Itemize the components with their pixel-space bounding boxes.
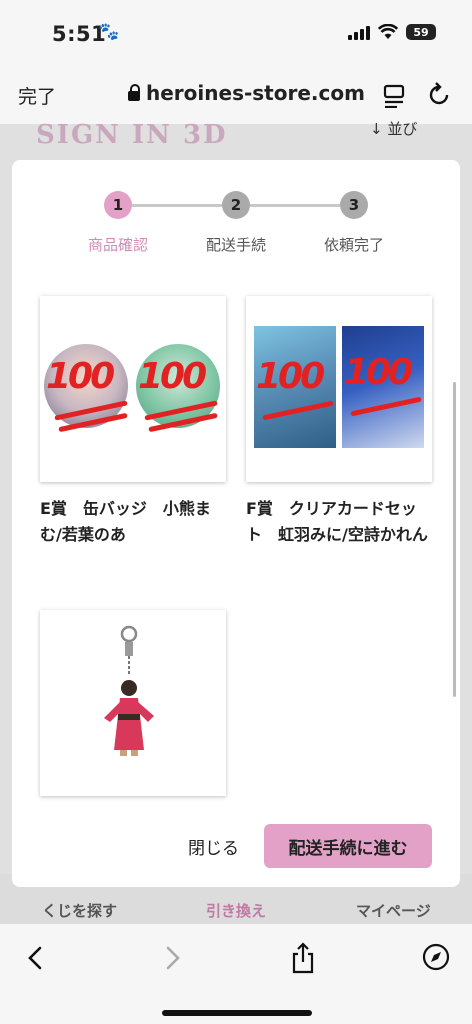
item-card-e: 100 100 E賞 缶バッジ 小熊まむ/若葉のあ xyxy=(40,296,226,548)
item-image-acrylic-keychain xyxy=(40,610,226,796)
step-2-label: 配送手続 xyxy=(205,236,266,254)
modal-footer: 閉じる 配送手続に進む xyxy=(12,820,460,870)
step-2-circle: 2 xyxy=(222,191,250,219)
step-connector xyxy=(132,204,222,207)
progress-stepper: 1 2 3 商品確認 配送手続 依頼完了 xyxy=(12,188,460,258)
browser-url-bar: 完了 heroines-store.com xyxy=(0,68,472,124)
hundred-emoji-icon: 100 xyxy=(344,352,413,393)
nav-tab-exchange: 引き換え xyxy=(206,902,267,920)
item-card-keychain xyxy=(40,610,226,796)
status-bar: 5:51 🐾 59 xyxy=(0,0,472,68)
item-image-clear-cards: 100 100 xyxy=(246,296,432,482)
battery-icon: 59 xyxy=(406,24,436,40)
status-indicators: 59 xyxy=(348,24,436,40)
share-icon[interactable] xyxy=(290,942,316,974)
item-title: F賞 クリアカードセット 虹羽みに/空詩かれん xyxy=(246,499,428,544)
sort-control: ↓ 並び xyxy=(370,120,418,138)
forward-icon[interactable] xyxy=(160,942,184,974)
close-button[interactable]: 閉じる xyxy=(188,834,239,859)
done-button[interactable]: 完了 xyxy=(18,82,56,109)
step-1-circle: 1 xyxy=(104,191,132,219)
compass-icon[interactable] xyxy=(422,942,450,972)
step-3-label: 依頼完了 xyxy=(323,236,384,254)
site-logo: SIGN IN 3D xyxy=(36,120,228,150)
cellular-signal-icon xyxy=(348,25,370,40)
modal-scrollbar[interactable] xyxy=(453,382,456,697)
step-1-label: 商品確認 xyxy=(87,236,148,254)
browser-toolbar xyxy=(0,924,472,1024)
lock-icon xyxy=(128,84,140,101)
back-icon[interactable] xyxy=(24,942,48,974)
item-image-can-badges: 100 100 xyxy=(40,296,226,482)
nav-tab-search: くじを探す xyxy=(42,902,118,920)
item-title: E賞 缶バッジ 小熊まむ/若葉のあ xyxy=(40,499,211,544)
hundred-emoji-icon: 100 xyxy=(138,356,207,397)
confirm-items-modal: 1 2 3 商品確認 配送手続 依頼完了 100 100 E賞 缶バッジ 小熊ま… xyxy=(12,160,460,887)
step-connector xyxy=(250,204,340,207)
step-3-circle: 3 xyxy=(340,191,368,219)
kimono-keychain-icon xyxy=(104,625,154,756)
hundred-emoji-icon: 100 xyxy=(46,356,115,397)
proceed-to-shipping-button[interactable]: 配送手続に進む xyxy=(264,824,432,868)
nav-tab-mypage: マイページ xyxy=(356,902,431,920)
reload-icon[interactable] xyxy=(428,82,450,108)
hundred-emoji-icon: 100 xyxy=(256,356,325,397)
url-text: heroines-store.com xyxy=(146,81,365,105)
paw-icon: 🐾 xyxy=(98,22,120,42)
item-card-f: 100 100 F賞 クリアカードセット 虹羽みに/空詩かれん xyxy=(246,296,432,548)
home-indicator xyxy=(162,1010,312,1016)
reader-mode-icon[interactable] xyxy=(383,84,405,108)
url-field[interactable]: heroines-store.com xyxy=(128,81,365,105)
wifi-icon xyxy=(378,24,398,39)
